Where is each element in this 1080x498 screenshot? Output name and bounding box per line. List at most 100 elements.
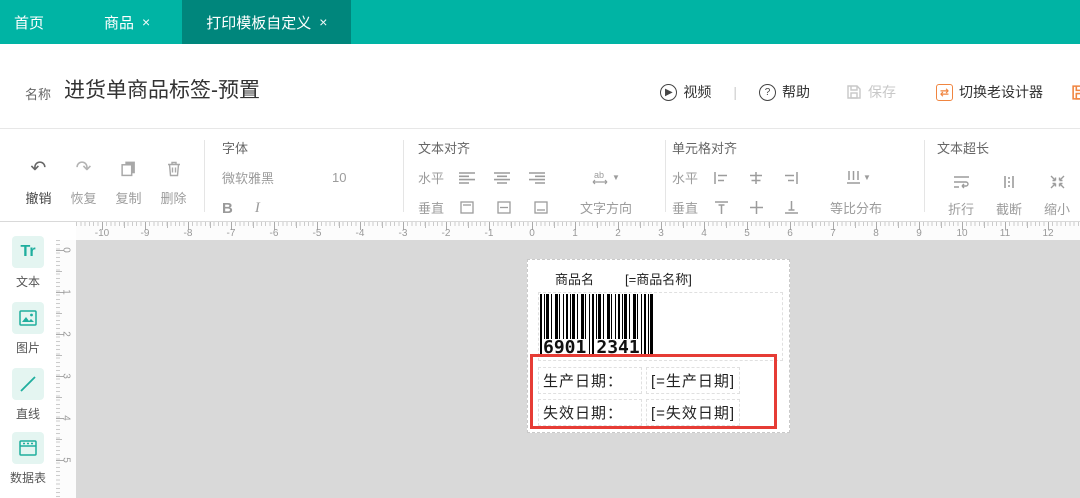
switch-old-designer-button[interactable]: ⇄ 切换老设计器: [936, 82, 1043, 102]
redo-icon[interactable]: ↷: [61, 160, 106, 178]
cell-align-group: 单元格对齐 水平 ▼ 垂直: [672, 138, 910, 217]
product-name-label[interactable]: 商品名: [550, 266, 599, 290]
ruler-halftick: [382, 222, 383, 228]
ruler-halftick: [56, 355, 62, 356]
label-template[interactable]: 商品名 [=商品名称] 6901 2341 生产日期： [=生产日期]: [527, 259, 790, 433]
text-overflow-group: 文本超长: [937, 138, 1080, 218]
text-direction-ab-icon[interactable]: ab ▼: [592, 170, 620, 185]
close-icon[interactable]: ×: [319, 14, 327, 30]
valign-bottom-icon[interactable]: [528, 201, 554, 214]
cell-valign-bottom-icon[interactable]: [778, 201, 804, 214]
production-date-field-text: [=生产日期]: [651, 370, 735, 391]
product-name-label-text: 商品名: [555, 269, 594, 288]
production-date-field[interactable]: [=生产日期]: [646, 367, 740, 394]
delete-button[interactable]: 删除: [151, 188, 196, 207]
valign-top-icon[interactable]: [454, 201, 480, 214]
font-family-select[interactable]: 微软雅黑: [222, 168, 332, 187]
ruler-halftick: [296, 222, 297, 228]
horizontal-label: 水平: [672, 168, 708, 187]
tab-home[interactable]: 首页: [0, 0, 58, 44]
distribute-evenly-button[interactable]: 等比分布: [830, 198, 882, 217]
svg-text:ab: ab: [594, 170, 604, 180]
ruler-label: -8: [184, 228, 193, 239]
trash-icon[interactable]: [151, 160, 196, 178]
font-size-select[interactable]: 10: [332, 170, 346, 185]
undo-icon[interactable]: ↶: [16, 160, 61, 178]
ruler-halftick: [253, 222, 254, 228]
cell-align-right-icon[interactable]: [778, 172, 804, 184]
help-label: 帮助: [782, 82, 810, 102]
wrap-icon[interactable]: [937, 175, 985, 189]
shrink-button[interactable]: 缩小: [1033, 199, 1080, 218]
ruler-halftick: [124, 222, 125, 228]
divider: [403, 140, 404, 212]
truncate-icon[interactable]: [985, 175, 1033, 189]
divider: [665, 140, 666, 212]
product-name-field-text: [=商品名称]: [625, 269, 692, 288]
ruler-label: 4: [701, 228, 707, 239]
ruler-label: 3: [658, 228, 664, 239]
ruler-label: 2: [60, 331, 71, 337]
ruler-label: -5: [313, 228, 322, 239]
align-right-icon[interactable]: [524, 172, 550, 184]
shrink-icon[interactable]: [1033, 175, 1080, 189]
expiry-date-label-text: 失效日期：: [543, 402, 623, 423]
ruler-halftick: [167, 222, 168, 228]
text-direction-button[interactable]: 文字方向: [580, 198, 632, 217]
datatable-icon: [12, 432, 44, 464]
align-left-icon[interactable]: [454, 172, 480, 184]
cell-valign-top-icon[interactable]: [708, 201, 734, 214]
play-icon: ▶: [660, 84, 677, 101]
italic-button[interactable]: I: [255, 200, 260, 217]
cell-align-center-icon[interactable]: [743, 172, 769, 184]
valign-middle-icon[interactable]: [491, 201, 517, 214]
font-group: 字体 微软雅黑 10 B I: [222, 138, 390, 217]
copy-button[interactable]: 复制: [106, 188, 151, 207]
close-icon[interactable]: ×: [142, 14, 150, 30]
ruler-halftick: [56, 271, 62, 272]
palette-item-image[interactable]: 图片: [0, 302, 56, 356]
ruler-label: 10: [956, 228, 967, 239]
text-align-title: 文本对齐: [418, 138, 650, 157]
ruler-halftick: [56, 313, 62, 314]
redo-button[interactable]: 恢复: [61, 188, 106, 207]
chevron-down-icon: ▼: [863, 173, 871, 182]
expiry-date-label[interactable]: 失效日期：: [538, 399, 642, 426]
production-date-label[interactable]: 生产日期：: [538, 367, 642, 394]
align-center-icon[interactable]: [489, 172, 515, 184]
ruler-halftick: [769, 222, 770, 228]
product-name-field[interactable]: [=商品名称]: [620, 266, 697, 290]
element-palette: Tr 文本 图片 直线: [0, 222, 56, 498]
ruler-halftick: [812, 222, 813, 228]
design-canvas[interactable]: 商品名 [=商品名称] 6901 2341 生产日期： [=生产日期]: [76, 240, 1080, 498]
save-button[interactable]: 保存: [846, 82, 896, 102]
tab-products[interactable]: 商品 ×: [86, 0, 168, 44]
cell-align-title: 单元格对齐: [672, 138, 910, 157]
ruler-halftick: [339, 222, 340, 228]
copy-icon[interactable]: [106, 160, 151, 178]
ruler-halftick: [898, 222, 899, 228]
video-button[interactable]: ▶ 视频: [660, 82, 711, 102]
bold-button[interactable]: B: [222, 200, 233, 217]
cell-align-left-icon[interactable]: [708, 172, 734, 184]
expiry-date-field[interactable]: [=失效日期]: [646, 399, 740, 426]
history-group: ↶ ↷ 撤销 恢复 复制 删除: [16, 138, 196, 207]
ruler-halftick: [210, 222, 211, 228]
palette-item-text[interactable]: Tr 文本: [0, 236, 56, 290]
save-as-button[interactable]: [1071, 84, 1080, 101]
horizontal-ruler: -10-9-8-7-6-5-4-3-2-10123456789101112: [76, 222, 1080, 240]
undo-button[interactable]: 撤销: [16, 188, 61, 207]
cell-valign-middle-icon[interactable]: [743, 201, 769, 214]
truncate-button[interactable]: 截断: [985, 199, 1033, 218]
palette-item-datatable[interactable]: 数据表: [0, 432, 56, 486]
palette-item-line-label: 直线: [0, 405, 56, 422]
help-button[interactable]: ? 帮助: [759, 82, 810, 102]
ruler-halftick: [468, 222, 469, 228]
palette-item-image-label: 图片: [0, 339, 56, 356]
barcode-element[interactable]: 6901 2341: [538, 292, 783, 361]
page-title: 进货单商品标签-预置: [64, 74, 260, 104]
tab-print-template[interactable]: 打印模板自定义 ×: [182, 0, 351, 44]
palette-item-line[interactable]: 直线: [0, 368, 56, 422]
wrap-button[interactable]: 折行: [937, 199, 985, 218]
distribute-columns-icon[interactable]: ▼: [846, 171, 871, 184]
